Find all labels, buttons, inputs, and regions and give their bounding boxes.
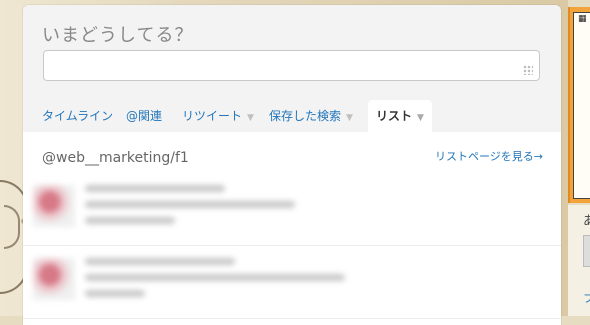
tweet-item[interactable] xyxy=(23,173,561,246)
tab-label: リスト xyxy=(376,109,413,123)
list-name: @web__marketing/f1 xyxy=(42,150,189,166)
tweet-item[interactable] xyxy=(23,246,561,319)
blurred-text xyxy=(85,201,295,208)
resize-grip-icon[interactable] xyxy=(523,65,533,75)
tab-label: リツイート xyxy=(182,109,243,123)
list-page-link[interactable]: リストページを見る→ xyxy=(435,148,543,164)
tab-label: タイムライン xyxy=(42,109,114,123)
avatar[interactable] xyxy=(33,258,75,300)
tab-label: 保存した検索 xyxy=(269,109,342,123)
blurred-text xyxy=(85,274,345,281)
main-panel: いまどうしてる？ タイムライン @関連 リツイート ▼ 保存した検索 ▼ リスト ▼ … xyxy=(23,5,561,325)
blurred-text xyxy=(85,185,225,192)
profile-card-icon: ▦ xyxy=(578,14,587,24)
sidebar-section-heading: あ xyxy=(583,214,590,229)
chevron-down-icon: ▼ xyxy=(417,113,424,123)
blurred-text xyxy=(85,258,235,265)
sidebar-avatar[interactable] xyxy=(583,235,590,267)
compose-title: いまどうしてる？ xyxy=(42,25,194,46)
tab-lists[interactable]: リスト ▼ xyxy=(368,100,432,132)
blurred-text xyxy=(85,290,145,297)
tab-retweets[interactable]: リツイート ▼ xyxy=(182,100,254,131)
avatar[interactable] xyxy=(33,185,75,227)
tab-timeline[interactable]: タイムライン xyxy=(42,100,113,131)
tab-saved-searches[interactable]: 保存した検索 ▼ xyxy=(269,100,353,131)
chevron-down-icon: ▼ xyxy=(247,113,254,123)
profile-card-inner xyxy=(573,12,590,199)
compose-area: いまどうしてる？ xyxy=(23,5,561,101)
tweet-feed xyxy=(23,173,561,319)
chevron-down-icon: ▼ xyxy=(346,113,353,123)
tab-mentions[interactable]: @関連 xyxy=(126,100,162,131)
blurred-text xyxy=(85,217,175,224)
timeline-tabs: タイムライン @関連 リツイート ▼ 保存した検索 ▼ リスト ▼ xyxy=(23,100,561,132)
tweet-input[interactable] xyxy=(43,50,540,81)
list-header: @web__marketing/f1 リストページを見る→ xyxy=(23,132,561,172)
sidebar-link[interactable]: フ xyxy=(583,290,590,306)
tab-label: @関連 xyxy=(126,109,163,123)
